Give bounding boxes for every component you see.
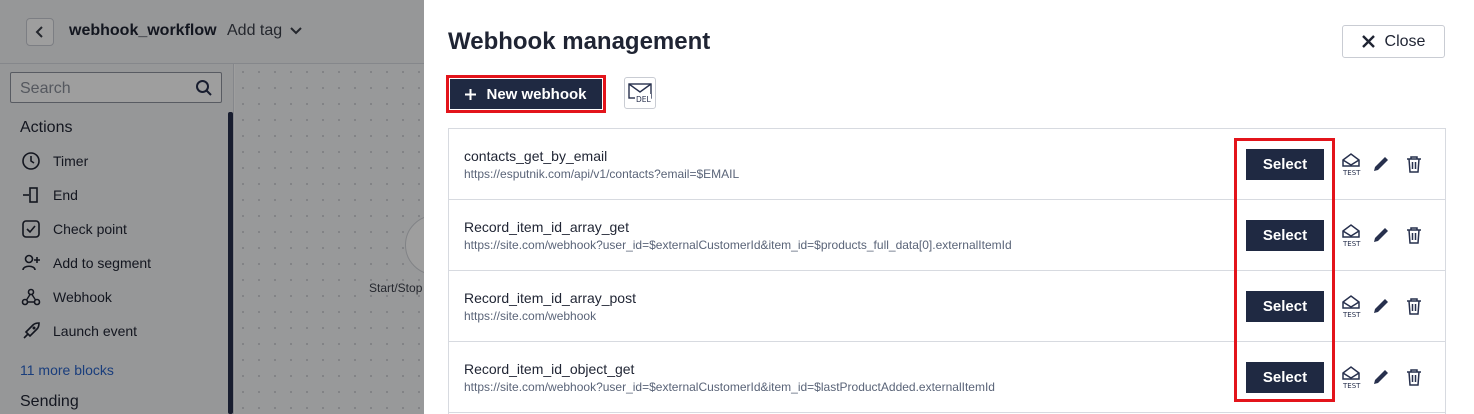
envelope-del-icon: DEL xyxy=(628,83,652,104)
webhook-name: Record_item_id_array_get xyxy=(464,219,629,235)
page-title: Webhook management xyxy=(448,28,711,55)
close-label: Close xyxy=(1384,32,1426,50)
pencil-icon[interactable] xyxy=(1369,223,1393,247)
svg-text:TEST: TEST xyxy=(1342,240,1361,247)
webhook-url: https://site.com/webhook xyxy=(464,309,597,323)
pencil-icon[interactable] xyxy=(1369,365,1393,389)
select-column-highlight xyxy=(1234,138,1335,402)
plus-icon xyxy=(465,88,477,100)
trash-icon[interactable] xyxy=(1402,365,1426,389)
svg-text:TEST: TEST xyxy=(1342,169,1361,176)
svg-text:DEL: DEL xyxy=(636,95,652,104)
webhook-name: Record_item_id_object_get xyxy=(464,361,635,377)
close-icon xyxy=(1361,35,1375,48)
svg-text:TEST: TEST xyxy=(1342,311,1361,318)
new-webhook-button[interactable]: New webhook xyxy=(450,79,602,109)
test-webhook-icon[interactable]: TEST xyxy=(1339,152,1363,176)
trash-icon[interactable] xyxy=(1402,294,1426,318)
svg-text:TEST: TEST xyxy=(1342,382,1361,389)
webhook-name: Record_item_id_array_post xyxy=(464,290,636,306)
pencil-icon[interactable] xyxy=(1369,294,1393,318)
webhook-url: https://site.com/webhook?user_id=$extern… xyxy=(464,380,995,394)
webhook-url: https://esputnik.com/api/v1/contacts?ema… xyxy=(464,167,740,181)
test-webhook-icon[interactable]: TEST xyxy=(1339,294,1363,318)
close-button[interactable]: Close xyxy=(1342,25,1445,58)
test-webhook-icon[interactable]: TEST xyxy=(1339,365,1363,389)
test-webhook-icon[interactable]: TEST xyxy=(1339,223,1363,247)
webhook-management-panel: Webhook management Close New webhook DEL… xyxy=(424,0,1474,414)
trash-icon[interactable] xyxy=(1402,223,1426,247)
delete-mode-button[interactable]: DEL xyxy=(624,77,656,109)
webhook-url: https://site.com/webhook?user_id=$extern… xyxy=(464,238,1012,252)
webhook-name: contacts_get_by_email xyxy=(464,148,608,164)
pencil-icon[interactable] xyxy=(1369,152,1393,176)
new-webhook-label: New webhook xyxy=(486,85,587,103)
trash-icon[interactable] xyxy=(1402,152,1426,176)
